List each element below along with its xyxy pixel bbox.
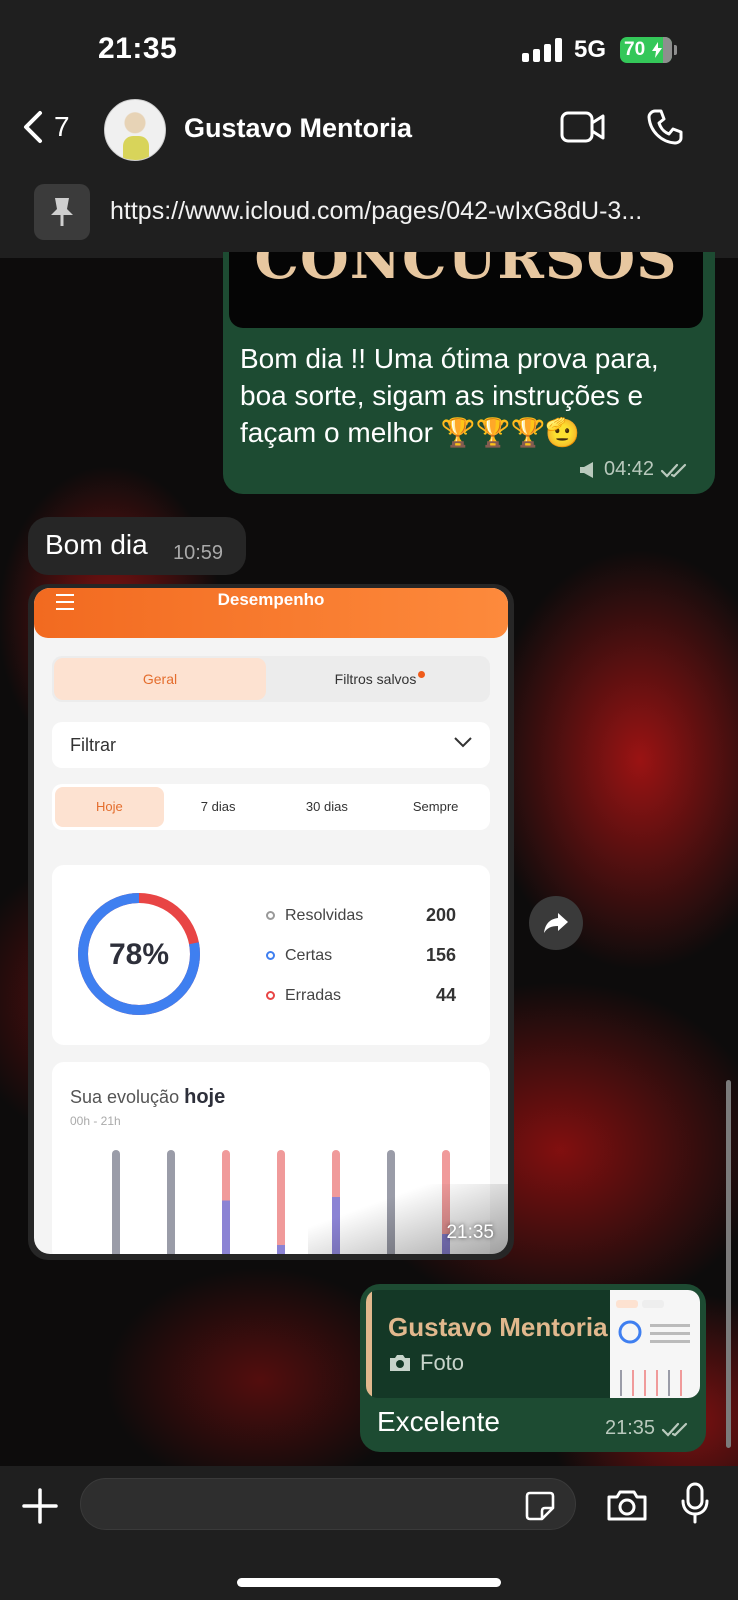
filter-label: Filtrar — [70, 734, 116, 755]
forward-button[interactable] — [529, 896, 583, 950]
video-call-button[interactable] — [560, 110, 606, 149]
double-check-icon — [661, 1422, 688, 1437]
voice-call-button[interactable] — [646, 108, 684, 151]
battery-nub — [674, 45, 677, 55]
stat-label: Resolvidas — [285, 906, 364, 924]
stat-value: 200 — [425, 905, 456, 925]
contact-name[interactable]: Gustavo Mentoria — [184, 113, 412, 144]
microphone-icon — [681, 1482, 709, 1524]
notification-dot — [418, 670, 426, 678]
battery-level: 70 — [624, 39, 646, 60]
tab-filtros-salvos: Filtros salvos — [274, 658, 486, 700]
stat-value: 44 — [435, 985, 456, 1005]
range-hoje: Hoje — [55, 787, 164, 827]
message-text: Bom dia — [45, 529, 148, 560]
chevron-down-icon — [454, 737, 472, 748]
pinned-link[interactable]: https://www.icloud.com/pages/042-wIxG8dU… — [110, 197, 690, 226]
back-button[interactable]: 7 — [22, 110, 70, 144]
stat-value: 156 — [425, 945, 456, 965]
evolution-prefix: Sua evolução — [70, 1087, 180, 1107]
image-caption: CONCURSOS — [254, 252, 678, 292]
chevron-left-icon — [24, 111, 42, 143]
sticker-button[interactable] — [524, 1490, 556, 1527]
filter-dropdown: Filtrar — [52, 722, 490, 768]
app-header: Desempenho — [34, 588, 508, 638]
quote-type: Foto — [388, 1350, 464, 1376]
evolution-bar — [277, 1150, 285, 1254]
phone-icon — [647, 109, 683, 145]
message-photo[interactable]: Desempenho Geral Filtros salvos Filtrar … — [28, 584, 514, 1260]
pin-icon — [34, 184, 90, 240]
message-text: Excelente — [377, 1406, 500, 1437]
message-incoming[interactable]: Bom dia 10:59 — [28, 517, 246, 575]
evolution-range: 00h - 21h — [70, 1114, 121, 1128]
quote-accent — [366, 1290, 372, 1398]
camera-icon — [390, 1355, 410, 1371]
megaphone-icon — [580, 461, 593, 478]
sticker-icon — [525, 1491, 555, 1521]
evolution-bar — [112, 1150, 120, 1254]
signal-icon — [522, 38, 562, 62]
double-check-icon — [660, 463, 687, 478]
evolution-title: Sua evolução hoje — [70, 1086, 225, 1109]
attach-button[interactable] — [22, 1488, 58, 1529]
quote-thumbnail — [610, 1290, 700, 1398]
video-camera-icon — [560, 111, 605, 143]
screenshot-image[interactable]: Desempenho Geral Filtros salvos Filtrar … — [34, 588, 508, 1254]
home-indicator — [237, 1578, 501, 1587]
evolution-bar — [167, 1150, 175, 1254]
composer-bar — [0, 1466, 738, 1600]
quoted-message[interactable]: Gustavo Mentoria Foto — [366, 1290, 700, 1398]
status-time: 21:35 — [98, 32, 178, 65]
evolution-period: hoje — [184, 1086, 226, 1108]
battery-icon: 70 — [620, 37, 672, 63]
range-7-dias: 7 dias — [200, 799, 236, 814]
message-time: 21:35 — [605, 1417, 656, 1439]
message-outgoing-reply[interactable]: Gustavo Mentoria Foto Excelente 21:35 — [360, 1284, 706, 1452]
app-title: Desempenho — [217, 590, 325, 609]
scrollbar[interactable] — [726, 1080, 731, 1448]
range-selector: Hoje 7 dias 30 dias Sempre — [52, 784, 490, 830]
unread-count: 7 — [54, 111, 70, 142]
evolution-bar — [222, 1150, 230, 1254]
message-text: Bom dia !! Uma ótima prova para, boa sor… — [240, 343, 659, 448]
stat-label: Certas — [285, 946, 333, 964]
message-time: 04:42 — [604, 458, 655, 480]
network-label: 5G — [574, 36, 607, 63]
tab-label: Filtros salvos — [334, 671, 417, 687]
plus-icon — [22, 1488, 58, 1524]
stat-resolvidas: Resolvidas 200 — [266, 905, 456, 926]
tab-geral: Geral — [54, 658, 266, 700]
message-time: 21:35 — [446, 1222, 494, 1243]
stat-certas: Certas 156 — [266, 945, 456, 966]
message-input[interactable] — [80, 1478, 576, 1530]
bolt-icon — [652, 42, 662, 58]
percent-correct: 78% — [108, 938, 170, 971]
message-meta: 21:35 — [605, 1417, 691, 1440]
message-outgoing[interactable]: CONCURSOS Bom dia !! Uma ótima prova par… — [223, 252, 715, 494]
segmented-control: Geral Filtros salvos — [52, 656, 490, 702]
stats-card: 78% Resolvidas 200 Certas 156 Erradas 44 — [52, 865, 490, 1045]
stat-erradas: Erradas 44 — [266, 985, 456, 1006]
range-30-dias: 30 dias — [305, 799, 348, 814]
camera-button[interactable] — [606, 1488, 648, 1527]
forward-icon — [544, 913, 568, 933]
quote-author: Gustavo Mentoria — [388, 1312, 608, 1342]
range-sempre: Sempre — [412, 799, 459, 814]
stat-label: Erradas — [285, 986, 342, 1004]
microphone-button[interactable] — [680, 1482, 710, 1529]
message-time: 10:59 — [173, 542, 224, 564]
pinned-message-bar[interactable]: https://www.icloud.com/pages/042-wIxG8dU… — [0, 173, 738, 258]
message-meta: 04:42 — [578, 458, 690, 481]
camera-icon — [607, 1490, 647, 1521]
avatar[interactable] — [104, 99, 166, 161]
quote-type-label: Foto — [420, 1350, 465, 1375]
message-image[interactable]: CONCURSOS — [229, 252, 703, 328]
